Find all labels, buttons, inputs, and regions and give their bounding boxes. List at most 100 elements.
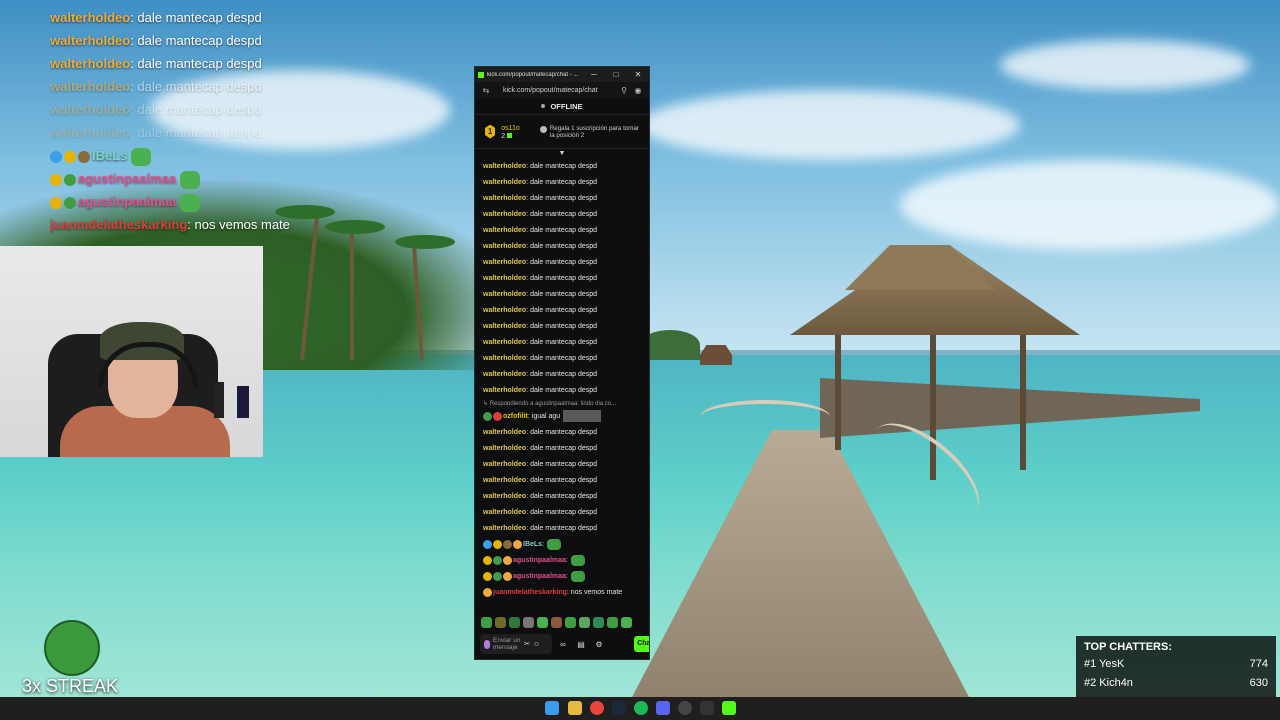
pause-icon[interactable]: ▼ [475, 149, 649, 159]
desk-can [237, 386, 249, 418]
chat-message: walterholdeo: dale mantecap despd [483, 159, 641, 175]
chat-username[interactable]: walterholdeo [483, 195, 526, 202]
emote-icon[interactable] [565, 616, 576, 628]
chat-username[interactable]: walterholdeo [483, 211, 526, 218]
eye-icon[interactable]: ◉ [631, 86, 645, 95]
discord-icon[interactable] [656, 701, 670, 715]
chat-username[interactable]: walterholdeo [483, 525, 526, 532]
site-settings-icon[interactable]: ⇆ [479, 86, 493, 95]
rank-badge-icon [64, 150, 76, 163]
chatter-row: #1 YesK 774 [1084, 655, 1268, 674]
emote-icon[interactable] [481, 616, 492, 628]
chat-message: walterholdeo: dale mantecap despd [483, 239, 641, 255]
chat-username[interactable]: walterholdeo [483, 509, 526, 516]
chat-username[interactable]: walterholdeo [483, 259, 526, 266]
chat-text: : igual agu [527, 413, 561, 420]
emote-icon[interactable] [621, 616, 632, 628]
chat-message: walterholdeo: dale mantecap despd [483, 457, 641, 473]
start-menu-icon[interactable] [545, 701, 559, 715]
maximize-icon[interactable]: □ [605, 70, 627, 79]
zoom-icon[interactable]: ⚲ [617, 86, 631, 95]
chat-text: : dale mantecap despd [526, 387, 598, 394]
emote-icon[interactable] [593, 616, 604, 628]
chat-username[interactable]: walterholdeo [483, 291, 526, 298]
gift-prompt[interactable]: Regala 1 suscripción para tomar la posic… [539, 125, 639, 139]
close-icon[interactable]: ✕ [627, 70, 649, 79]
chat-username[interactable]: walterholdeo [483, 275, 526, 282]
chatter-count: 630 [1249, 677, 1268, 689]
chat-message: walterholdeo: dale mantecap despd [483, 303, 641, 319]
chat-username[interactable]: ozfofilit [503, 413, 528, 420]
pier-rope [700, 400, 830, 434]
chat-text: : dale mantecap despd [526, 493, 598, 500]
address-bar[interactable]: ⇆ kick.com/popout/matecap/chat ⚲ ◉ [475, 82, 649, 98]
overlay-message: dale mantecap despd [133, 33, 262, 48]
chrome-icon[interactable] [590, 701, 604, 715]
frog-emote-icon [180, 170, 201, 189]
url-text[interactable]: kick.com/popout/matecap/chat [493, 87, 617, 94]
points-icon[interactable]: ∞ [556, 640, 570, 649]
emoji-icon[interactable]: ☺ [533, 641, 540, 648]
chat-username[interactable]: walterholdeo [483, 339, 526, 346]
obs-icon[interactable] [678, 701, 692, 715]
emote-icon[interactable] [509, 616, 520, 628]
minimize-icon[interactable]: ─ [583, 70, 605, 79]
emote-icon[interactable] [495, 616, 506, 628]
kick-chat-popout-window: kick.com/popout/matecap/chat - ... ─ □ ✕… [474, 66, 650, 660]
chat-text: : dale mantecap despd [526, 371, 598, 378]
emote-icon[interactable] [607, 616, 618, 628]
emote-icon[interactable] [579, 616, 590, 628]
chat-input[interactable]: Enviar un mensaje ✂ ☺ [480, 634, 552, 654]
chat-username[interactable]: walterholdeo [483, 461, 526, 468]
kick-icon[interactable] [722, 701, 736, 715]
settings-gear-icon[interactable]: ⚙ [592, 640, 606, 649]
sub-badge-icon [78, 150, 90, 163]
chat-text: : [565, 557, 568, 564]
chat-username[interactable]: walterholdeo [483, 323, 526, 330]
chatter-name: #1 YesK [1084, 658, 1125, 670]
overlay-username: walterholdeo [50, 33, 131, 48]
chat-username[interactable]: agustinpaalmaa [513, 573, 566, 580]
send-chat-button[interactable]: Chat [634, 636, 649, 652]
chat-message: agustinpaalmaa: [483, 553, 641, 569]
chat-username[interactable]: walterholdeo [483, 477, 526, 484]
overlay-username: juanmdelatheskarking [50, 217, 188, 232]
chat-username[interactable]: walterholdeo [483, 227, 526, 234]
emote-icon[interactable] [551, 616, 562, 628]
chat-text: : dale mantecap despd [526, 355, 598, 362]
chat-username[interactable]: walterholdeo [483, 243, 526, 250]
emote-icon[interactable] [537, 616, 548, 628]
spotify-icon[interactable] [634, 701, 648, 715]
chat-username[interactable]: walterholdeo [483, 179, 526, 186]
app-icon[interactable] [700, 701, 714, 715]
leader-username: os11o [501, 124, 520, 132]
chat-message-reply: ozfofilit: igual agu [483, 409, 641, 425]
sub-gift-leaderboard[interactable]: 1 os11o 2 Regala 1 suscripción para toma… [475, 115, 649, 149]
emote-icon[interactable] [523, 616, 534, 628]
file-explorer-icon[interactable] [568, 701, 582, 715]
reply-context[interactable]: ↳ Respondiendo a agustinpaalmaa: lindo d… [483, 399, 641, 409]
chat-username[interactable]: walterholdeo [483, 429, 526, 436]
frog-badge-icon [483, 411, 492, 421]
chat-username[interactable]: IBeLs [523, 541, 542, 548]
overlay-chat-line: IBeLs [50, 144, 350, 167]
chat-username[interactable]: walterholdeo [483, 387, 526, 394]
verified-badge-icon [483, 539, 492, 549]
chat-username[interactable]: walterholdeo [483, 163, 526, 170]
top-chatters-title: TOP CHATTERS: [1084, 641, 1173, 653]
chat-username[interactable]: walterholdeo [483, 355, 526, 362]
chat-username[interactable]: agustinpaalmaa [513, 557, 566, 564]
chat-username[interactable]: walterholdeo [483, 371, 526, 378]
chat-username[interactable]: juanmdelatheskarking [493, 589, 567, 596]
store-icon[interactable]: ▤ [574, 640, 588, 649]
chat-username[interactable]: walterholdeo [483, 493, 526, 500]
chat-username[interactable]: walterholdeo [483, 307, 526, 314]
chat-message: IBeLs: [483, 537, 641, 553]
mic-icon[interactable] [484, 639, 490, 649]
steam-icon[interactable] [612, 701, 626, 715]
chat-username[interactable]: walterholdeo [483, 445, 526, 452]
chat-text: : dale mantecap despd [526, 509, 598, 516]
overlay-chat-line: walterholdeo: dale mantecap despd [50, 52, 350, 75]
clip-icon[interactable]: ✂ [524, 640, 530, 648]
chatter-name: #2 Kich4n [1084, 677, 1133, 689]
